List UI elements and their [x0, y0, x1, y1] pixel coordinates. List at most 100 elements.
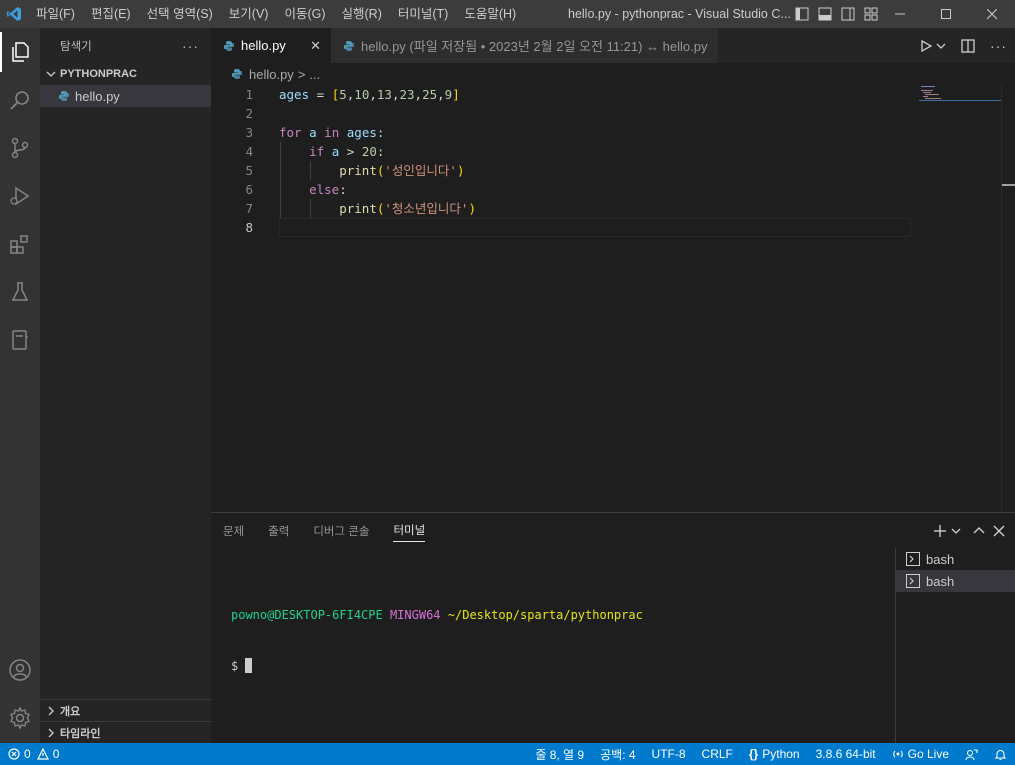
terminal-prompt-line: powno@DESKTOP-6FI4CPE MINGW64 ~/Desktop/… [231, 607, 643, 624]
indentation[interactable]: 공백: 4 [600, 746, 635, 763]
python-interpreter[interactable]: 3.8.6 64-bit [816, 747, 876, 761]
menu-edit[interactable]: 편집(E) [83, 0, 139, 28]
menu-file[interactable]: 파일(F) [28, 0, 83, 28]
tab-terminal[interactable]: 터미널 [393, 520, 426, 542]
toggle-secondary-sidebar-icon[interactable] [836, 0, 859, 28]
outline-label: 개요 [60, 705, 81, 718]
file-encoding[interactable]: UTF-8 [652, 747, 686, 761]
line-number: 7 [245, 201, 253, 216]
terminal-cursor [245, 658, 253, 673]
end-of-line[interactable]: CRLF [702, 747, 733, 761]
chevron-right-icon [46, 706, 60, 716]
menu-bar: 파일(F) 편집(E) 선택 영역(S) 보기(V) 이동(G) 실행(R) 터… [28, 0, 524, 28]
source-control-icon[interactable] [0, 128, 40, 168]
close-window-icon[interactable] [969, 0, 1015, 28]
chevron-down-icon[interactable] [936, 41, 946, 51]
run-python-icon[interactable] [918, 38, 934, 54]
cursor-position[interactable]: 줄 8, 열 9 [535, 746, 584, 763]
tab-output[interactable]: 출력 [268, 513, 289, 548]
tab-debug-console[interactable]: 디버그 콘솔 [313, 513, 369, 548]
layout-controls [790, 0, 882, 28]
go-live-label: Go Live [907, 747, 949, 761]
terminal-icon [906, 574, 926, 588]
python-file-icon [58, 90, 75, 102]
terminal-item-bash-1[interactable]: bash [896, 548, 1015, 570]
breadcrumb-symbols[interactable]: ... [309, 67, 320, 82]
bottom-panel: 문제 출력 디버그 콘솔 터미널 powno@DESKTOP-6FI4CPE M… [211, 512, 1015, 744]
menu-run[interactable]: 실행(R) [334, 0, 390, 28]
vscode-logo-icon [0, 0, 28, 28]
tab-diff-hello-py[interactable]: hello.py (파일 저장됨 • 2023년 2월 2일 오전 11:21)… [331, 28, 718, 63]
folder-pythonprac[interactable]: PYTHONPRAC [40, 63, 211, 85]
folder-label: PYTHONPRAC [60, 68, 138, 80]
breadcrumb-file[interactable]: hello.py [249, 67, 294, 82]
code-line: 3 for a in ages: [211, 123, 911, 142]
testing-icon[interactable] [0, 272, 40, 312]
problems-status[interactable]: 0 0 [8, 743, 59, 765]
timeline-section[interactable]: 타임라인 [40, 721, 211, 743]
braces-icon: {} [748, 747, 759, 761]
close-tab-icon[interactable]: ✕ [310, 38, 321, 54]
editor-scrollbar[interactable] [1001, 85, 1015, 512]
terminal-user: powno@DESKTOP-6FI4CPE [231, 608, 383, 622]
chevron-down-icon [46, 69, 60, 79]
minimap[interactable] [919, 85, 1001, 512]
window-title: hello.py - pythonprac - Visual Studio C.… [568, 7, 791, 21]
tab-problems[interactable]: 문제 [223, 513, 244, 548]
code-line: 8 [211, 218, 911, 237]
line-number: 3 [245, 125, 253, 140]
breadcrumb: hello.py > ... [211, 63, 320, 85]
explorer-title: 탐색기 [60, 40, 92, 53]
code-line: 5 print('성인입니다') [211, 161, 911, 180]
editor-actions: ··· [918, 28, 1007, 63]
cursor-position-marker [1002, 184, 1015, 186]
code-line: 1 ages = [5,10,13,23,25,9] [211, 85, 911, 104]
terminal-item-bash-2[interactable]: bash [896, 570, 1015, 592]
notebook-icon[interactable] [0, 320, 40, 360]
extensions-icon[interactable] [0, 224, 40, 264]
menu-help[interactable]: 도움말(H) [456, 0, 524, 28]
tab-hello-py[interactable]: hello.py ✕ [211, 28, 331, 63]
close-panel-icon[interactable] [993, 525, 1005, 537]
file-hello-py[interactable]: hello.py [40, 85, 211, 107]
terminal-output[interactable]: powno@DESKTOP-6FI4CPE MINGW64 ~/Desktop/… [231, 573, 643, 709]
feedback-icon[interactable] [965, 748, 978, 761]
status-bar: 0 0 줄 8, 열 9 공백: 4 UTF-8 CRLF {} Python … [0, 743, 1015, 765]
explorer-icon[interactable] [0, 32, 40, 72]
language-mode[interactable]: {} Python [749, 747, 800, 761]
line-number: 8 [245, 220, 253, 235]
toggle-sidebar-icon[interactable] [790, 0, 813, 28]
new-terminal-icon[interactable] [933, 524, 947, 538]
outline-section[interactable]: 개요 [40, 699, 211, 721]
maximize-panel-icon[interactable] [973, 525, 985, 537]
go-live-button[interactable]: Go Live [892, 747, 949, 761]
maximize-icon[interactable] [923, 0, 969, 28]
more-actions-icon[interactable]: ··· [990, 38, 1007, 54]
account-icon[interactable] [0, 650, 40, 690]
minimize-icon[interactable] [877, 0, 923, 28]
notifications-bell-icon[interactable] [994, 748, 1007, 761]
title-bar: 파일(F) 편집(E) 선택 영역(S) 보기(V) 이동(G) 실행(R) 터… [0, 0, 1015, 28]
menu-selection[interactable]: 선택 영역(S) [139, 0, 221, 28]
status-right: 줄 8, 열 9 공백: 4 UTF-8 CRLF {} Python 3.8.… [519, 743, 1007, 765]
code-line: 4 if a > 20: [211, 142, 911, 161]
tab-label: hello.py [241, 38, 286, 53]
menu-terminal[interactable]: 터미널(T) [390, 0, 456, 28]
line-number: 2 [245, 106, 253, 121]
terminal-env: MINGW64 [389, 608, 441, 622]
search-icon[interactable] [0, 80, 40, 120]
explorer-sidebar: 탐색기 ··· PYTHONPRAC hello.py 개요 타임라인 [40, 28, 211, 743]
broadcast-icon [892, 748, 904, 760]
menu-go[interactable]: 이동(G) [276, 0, 333, 28]
file-label: hello.py [75, 88, 120, 104]
split-editor-icon[interactable] [960, 38, 976, 54]
menu-view[interactable]: 보기(V) [221, 0, 277, 28]
settings-gear-icon[interactable] [0, 698, 40, 738]
run-debug-icon[interactable] [0, 176, 40, 216]
code-line: 7 print('청소년입니다') [211, 199, 911, 218]
line-number: 4 [245, 144, 253, 159]
code-editor[interactable]: 1 ages = [5,10,13,23,25,9] 2 3 for a in … [211, 85, 1015, 512]
chevron-down-icon[interactable] [951, 526, 961, 536]
more-actions-icon[interactable]: ··· [182, 38, 199, 54]
toggle-panel-icon[interactable] [813, 0, 836, 28]
